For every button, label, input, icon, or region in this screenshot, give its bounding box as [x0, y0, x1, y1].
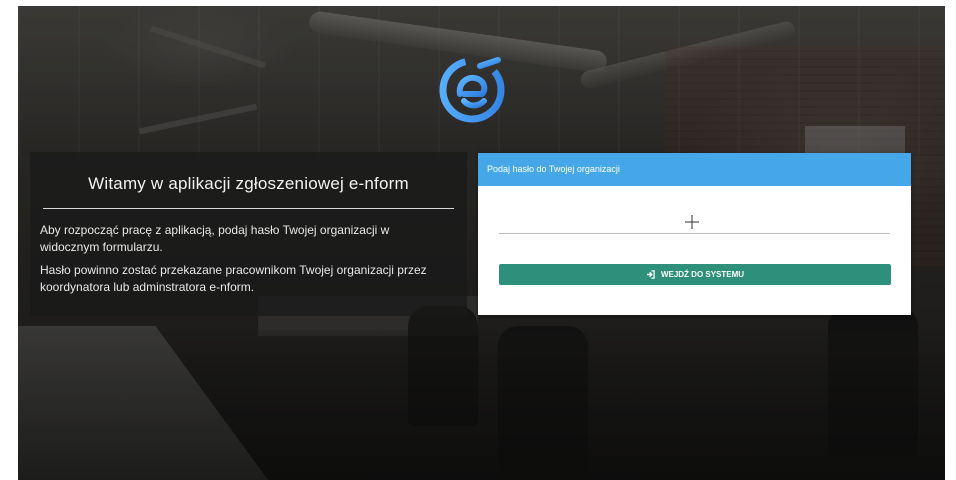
- welcome-panel: Witamy w aplikacji zgłoszeniowej e-nform…: [30, 152, 467, 316]
- welcome-paragraph-1: Aby rozpocząć pracę z aplikacją, podaj h…: [40, 223, 390, 254]
- login-panel: Podaj hasło do Twojej organizacji WEJDŹ …: [478, 153, 911, 315]
- text-cursor-icon: [685, 215, 699, 229]
- sign-in-icon: [646, 270, 655, 279]
- welcome-title: Witamy w aplikacji zgłoszeniowej e-nform: [88, 174, 409, 193]
- e-nform-logo-icon: [436, 54, 508, 126]
- welcome-paragraph-2: Hasło powinno zostać przekazane pracowni…: [40, 263, 427, 294]
- background-photo: Witamy w aplikacji zgłoszeniowej e-nform…: [18, 6, 945, 480]
- login-submit-label: WEJDŹ DO SYSTEMU: [660, 270, 745, 279]
- login-header: Podaj hasło do Twojej organizacji: [478, 153, 911, 186]
- login-submit-button[interactable]: WEJDŹ DO SYSTEMU: [499, 264, 891, 285]
- divider: [43, 208, 454, 209]
